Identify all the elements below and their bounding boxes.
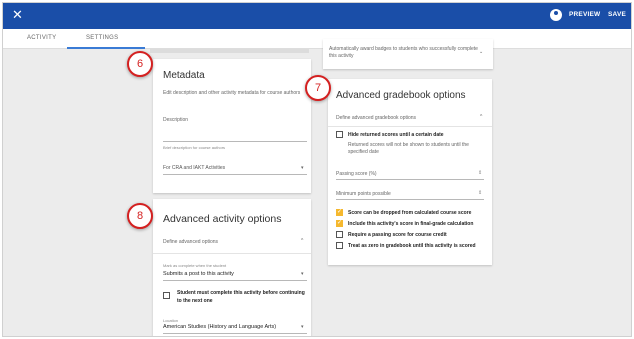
drop-score-label: Score can be dropped from calculated cou… — [348, 210, 472, 216]
complete-label: Mark as complete when the student — [163, 263, 227, 268]
treat-as-zero-label: Treat as zero in gradebook until this ac… — [348, 243, 476, 249]
gradebook-card: Advanced gradebook options Define advanc… — [328, 79, 492, 265]
section-divider — [328, 126, 492, 127]
hide-scores-checkbox[interactable] — [336, 131, 343, 138]
location-select-underline — [163, 333, 307, 334]
location-select-value[interactable]: American Studies (History and Language A… — [163, 324, 276, 330]
prereq-label: Student must complete this activity befo… — [177, 290, 305, 304]
gradebook-title: Advanced gradebook options — [336, 90, 466, 101]
save-button[interactable]: SAVE — [608, 11, 626, 18]
close-icon[interactable]: ✕ — [12, 7, 23, 23]
minimum-points-stepper[interactable]: ⇕ — [478, 190, 482, 196]
preview-button[interactable]: PREVIEW — [569, 11, 600, 18]
chevron-down-icon[interactable]: ▾ — [301, 324, 304, 330]
passing-score-stepper[interactable]: ⇕ — [478, 170, 482, 176]
audience-select-value[interactable]: For CRA and IAKT Activities — [163, 165, 225, 171]
include-final-grade-label: Include this activity's score in final-g… — [348, 221, 474, 227]
advanced-section-label[interactable]: Define advanced options — [163, 239, 218, 245]
chevron-down-icon[interactable]: ⌄ — [479, 49, 483, 55]
location-label: Location — [163, 318, 179, 323]
active-tab-indicator — [67, 47, 145, 49]
metadata-description-text: Edit description and other activity meta… — [163, 90, 301, 96]
step-marker-6: 6 — [127, 51, 153, 77]
include-final-grade-checkbox[interactable] — [336, 219, 343, 227]
tab-activity[interactable]: ACTIVITY — [27, 35, 56, 41]
chevron-up-icon[interactable]: ^ — [301, 238, 303, 244]
treat-as-zero-checkbox[interactable] — [336, 242, 343, 249]
hide-scores-desc: Returned scores will not be shown to stu… — [348, 142, 469, 155]
complete-select-underline — [163, 280, 307, 281]
top-app-bar: ✕ PREVIEW SAVE — [3, 3, 631, 29]
passing-score-label: Passing score (%) — [336, 171, 377, 177]
drop-score-checkbox[interactable] — [336, 208, 343, 216]
advanced-activity-card: Advanced activity options Define advance… — [153, 199, 311, 336]
passing-score-input[interactable] — [336, 179, 484, 180]
badges-card: Automatically award badges to students w… — [323, 39, 493, 69]
badges-text: Automatically award badges to students w… — [329, 46, 478, 59]
minimum-points-label: Minimum points possible — [336, 191, 391, 197]
require-passing-label: Require a passing score for course credi… — [348, 232, 447, 238]
metadata-title: Metadata — [163, 70, 205, 81]
app-frame: ✕ PREVIEW SAVE ACTIVITY SETTINGS Metadat… — [2, 2, 632, 337]
step-marker-8: 8 — [127, 203, 153, 229]
chevron-down-icon[interactable]: ▾ — [301, 271, 304, 277]
tab-bar: ACTIVITY SETTINGS — [3, 29, 631, 49]
description-hint: Brief description for course authors — [163, 145, 226, 150]
prereq-checkbox[interactable] — [163, 292, 170, 299]
complete-select-value[interactable]: Submits a post to this activity — [163, 271, 234, 277]
hide-scores-label: Hide returned scores until a certain dat… — [348, 132, 444, 138]
require-passing-checkbox[interactable] — [336, 231, 343, 238]
chevron-up-icon[interactable]: ^ — [480, 114, 482, 120]
minimum-points-input[interactable] — [336, 199, 484, 200]
advanced-activity-title: Advanced activity options — [163, 213, 282, 225]
tab-settings[interactable]: SETTINGS — [86, 35, 118, 41]
chevron-down-icon[interactable]: ▾ — [301, 165, 304, 171]
card-edge-strip — [150, 49, 309, 53]
step-marker-7: 7 — [305, 75, 331, 101]
section-divider — [153, 253, 311, 254]
account-icon[interactable] — [550, 9, 562, 21]
gradebook-section-label[interactable]: Define advanced gradebook options — [336, 115, 416, 121]
metadata-card: Metadata Edit description and other acti… — [153, 59, 311, 193]
audience-select-underline — [163, 174, 307, 175]
description-label: Description — [163, 117, 189, 123]
description-input[interactable] — [163, 141, 307, 142]
